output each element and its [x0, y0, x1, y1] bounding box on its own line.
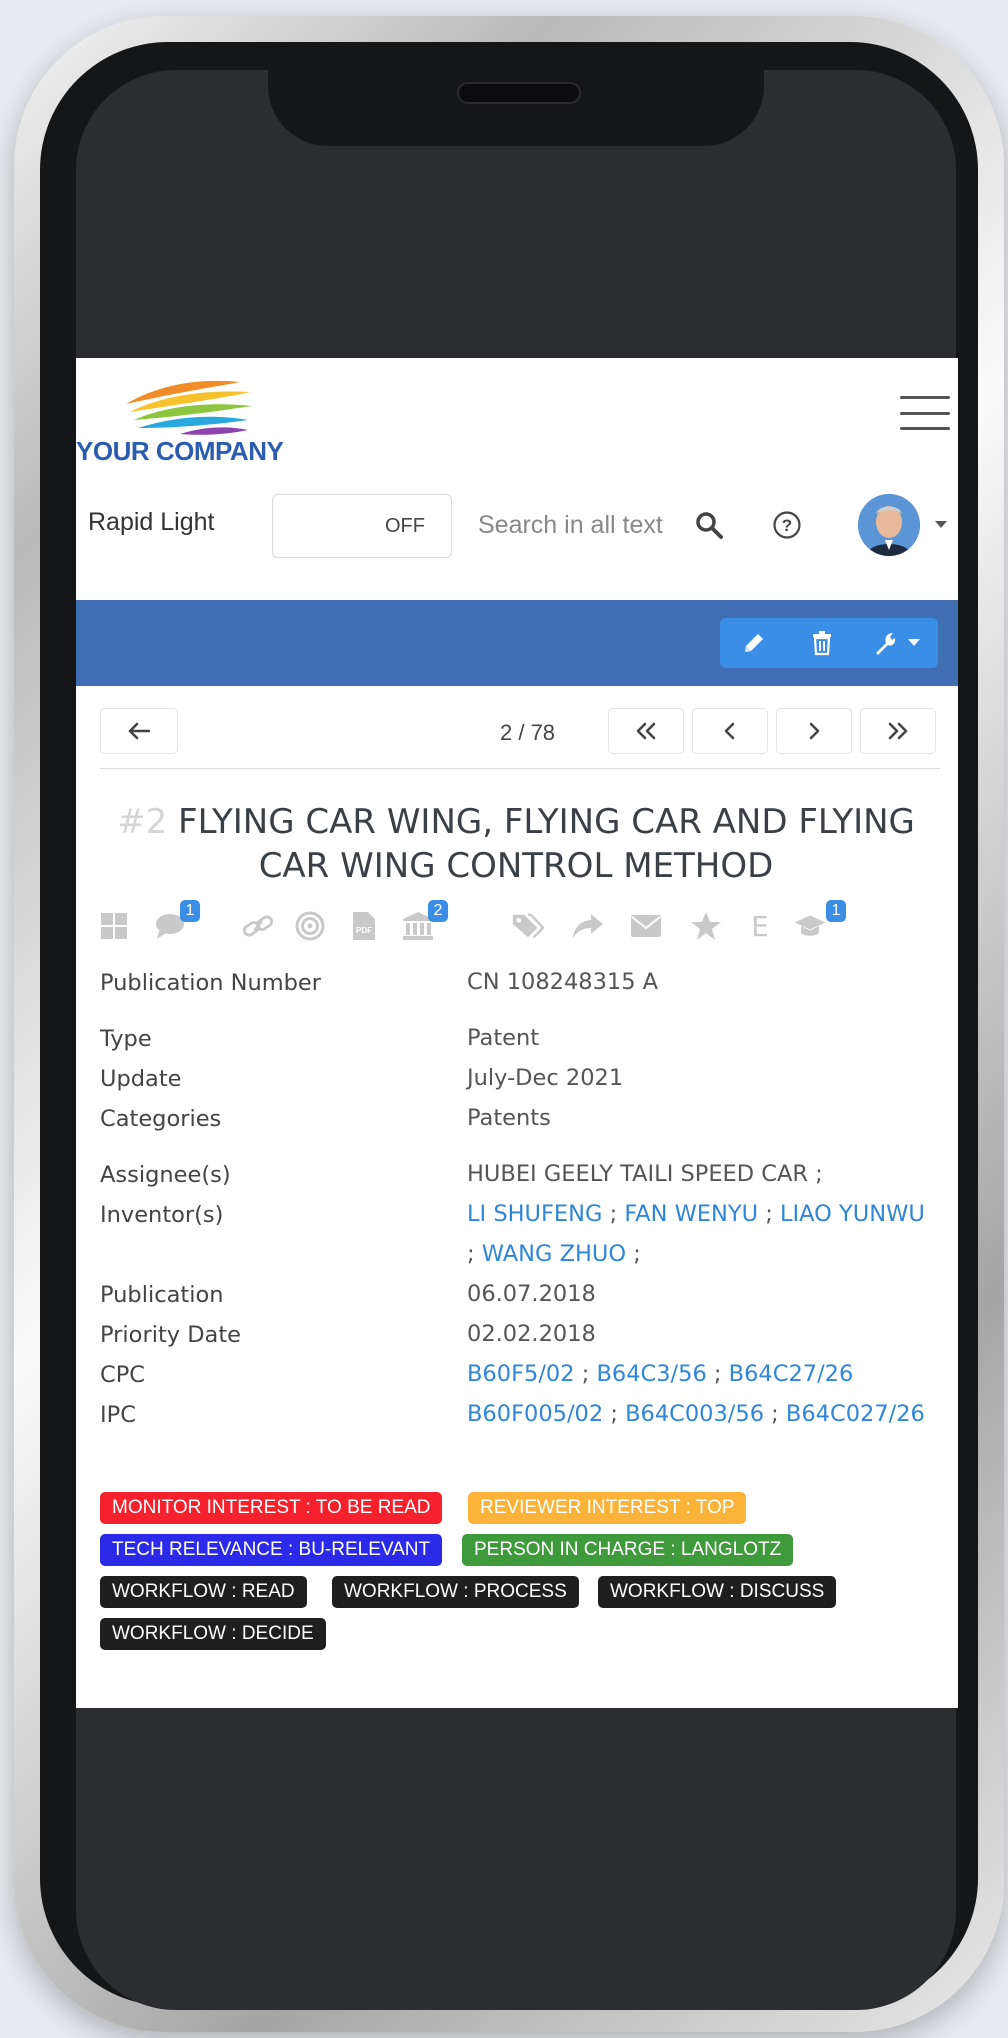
- inventor-link[interactable]: WANG ZHUO: [482, 1241, 626, 1267]
- field-label: IPC: [100, 1402, 136, 1428]
- field-value: HUBEI GEELY TAILI SPEED CAR ;: [467, 1161, 823, 1187]
- chevron-right-icon: [809, 722, 820, 740]
- field-label: CPC: [100, 1362, 145, 1388]
- record-actions-group: [720, 618, 938, 668]
- menu-hamburger-icon[interactable]: [900, 396, 950, 430]
- back-button[interactable]: [100, 708, 178, 754]
- field-value: July-Dec 2021: [467, 1065, 624, 1091]
- inventor-link[interactable]: LIAO YUNWU: [780, 1201, 925, 1227]
- cpc-link[interactable]: B60F5/02: [467, 1361, 575, 1387]
- toggle-state: OFF: [385, 515, 425, 537]
- double-chevron-right-icon: [888, 722, 908, 740]
- phone-speaker: [457, 82, 581, 104]
- star-icon[interactable]: [690, 910, 722, 942]
- field-label: Assignee(s): [100, 1162, 231, 1188]
- link-icon[interactable]: [242, 910, 274, 942]
- envelope-icon[interactable]: [630, 910, 662, 942]
- field-value: LI SHUFENG ; FAN WENYU ; LIAO YUNWU ; WA…: [467, 1201, 925, 1267]
- edit-button[interactable]: [720, 618, 788, 668]
- cpc-link[interactable]: B64C3/56: [596, 1361, 706, 1387]
- comment-count-badge: 1: [180, 900, 200, 922]
- ipc-link[interactable]: B60F005/02: [467, 1401, 603, 1427]
- tools-dropdown-button[interactable]: [856, 618, 938, 668]
- tools-caret-icon: [908, 639, 920, 646]
- share-icon[interactable]: [572, 910, 604, 942]
- last-page-button[interactable]: [860, 708, 936, 754]
- ipc-link[interactable]: B64C027/26: [786, 1401, 925, 1427]
- letter-e-icon[interactable]: E: [744, 910, 776, 943]
- field-value: B60F005/02 ; B64C003/56 ; B64C027/26: [467, 1401, 925, 1427]
- next-page-button[interactable]: [776, 708, 852, 754]
- record-number: #2: [117, 802, 168, 842]
- record-title-text: FLYING CAR WING, FLYING CAR AND FLYING C…: [178, 802, 915, 886]
- comment-icon[interactable]: 1: [154, 900, 200, 942]
- app-screen: YOUR COMPANY Rapid Light OFF ?: [76, 358, 958, 1708]
- company-logo[interactable]: YOUR COMPANY: [76, 364, 306, 466]
- tag-workflow-read[interactable]: WORKFLOW : READ: [100, 1576, 307, 1608]
- tag-workflow-discuss[interactable]: WORKFLOW : DISCUSS: [598, 1576, 837, 1608]
- arrow-left-icon: [128, 722, 150, 740]
- trash-icon: [813, 631, 831, 656]
- field-value: B60F5/02 ; B64C3/56 ; B64C27/26: [467, 1361, 854, 1387]
- ipc-link[interactable]: B64C003/56: [625, 1401, 764, 1427]
- wrench-icon: [876, 633, 896, 655]
- pdf-icon[interactable]: PDF: [348, 910, 380, 942]
- logo-text: YOUR COMPANY: [76, 436, 284, 466]
- institution-count-badge: 2: [428, 900, 448, 922]
- tag-monitor-interest[interactable]: MONITOR INTEREST : TO BE READ: [100, 1492, 443, 1524]
- pencil-icon: [745, 634, 763, 652]
- tag-tech-relevance[interactable]: TECH RELEVANCE : BU-RELEVANT: [100, 1534, 443, 1566]
- field-label: Priority Date: [100, 1322, 242, 1348]
- field-value: 06.07.2018: [467, 1281, 596, 1307]
- cpc-link[interactable]: B64C27/26: [729, 1361, 854, 1387]
- tags-icon[interactable]: [512, 910, 544, 942]
- tag-person-in-charge[interactable]: PERSON IN CHARGE : LANGLOTZ: [462, 1534, 794, 1566]
- field-label: Update: [100, 1066, 182, 1092]
- record-icon-toolbar: 1 PDF 2 E 1: [98, 900, 938, 946]
- record-title: #2 FLYING CAR WING, FLYING CAR AND FLYIN…: [116, 800, 916, 888]
- help-icon[interactable]: ?: [772, 510, 802, 540]
- institution-icon[interactable]: 2: [402, 900, 448, 942]
- rapid-light-toggle[interactable]: OFF: [272, 494, 452, 558]
- field-value: 02.02.2018: [467, 1321, 596, 1347]
- graduation-cap-icon[interactable]: 1: [794, 900, 846, 942]
- education-count-badge: 1: [826, 900, 846, 922]
- search-icon[interactable]: [694, 510, 724, 540]
- field-value: Patents: [467, 1105, 551, 1131]
- grid-icon[interactable]: [98, 910, 130, 942]
- tag-reviewer-interest[interactable]: REVIEWER INTEREST : TOP: [468, 1492, 747, 1524]
- previous-page-button[interactable]: [692, 708, 768, 754]
- logo-swoosh-icon: [126, 380, 252, 435]
- first-page-button[interactable]: [608, 708, 684, 754]
- user-avatar[interactable]: [858, 494, 920, 556]
- field-value: CN 108248315 A: [467, 969, 659, 995]
- rapid-light-label: Rapid Light: [88, 508, 215, 536]
- field-label: Categories: [100, 1106, 222, 1132]
- search-input[interactable]: [478, 500, 708, 550]
- inventor-link[interactable]: LI SHUFENG: [467, 1201, 602, 1227]
- field-label: Inventor(s): [100, 1202, 224, 1228]
- delete-button[interactable]: [788, 618, 856, 668]
- avatar-dropdown-caret-icon[interactable]: [934, 520, 948, 530]
- field-value: Patent: [467, 1025, 540, 1051]
- svg-text:?: ?: [782, 516, 792, 535]
- field-label: Publication: [100, 1282, 224, 1308]
- field-label: Type: [100, 1026, 152, 1052]
- field-label: Publication Number: [100, 970, 322, 996]
- divider: [100, 768, 940, 769]
- svg-text:PDF: PDF: [356, 926, 372, 935]
- pager-label: 2 / 78: [500, 720, 556, 745]
- target-icon[interactable]: [294, 910, 326, 942]
- chevron-left-icon: [724, 722, 735, 740]
- double-chevron-left-icon: [636, 722, 656, 740]
- tag-workflow-decide[interactable]: WORKFLOW : DECIDE: [100, 1618, 326, 1650]
- tag-workflow-process[interactable]: WORKFLOW : PROCESS: [332, 1576, 579, 1608]
- inventor-link[interactable]: FAN WENYU: [624, 1201, 758, 1227]
